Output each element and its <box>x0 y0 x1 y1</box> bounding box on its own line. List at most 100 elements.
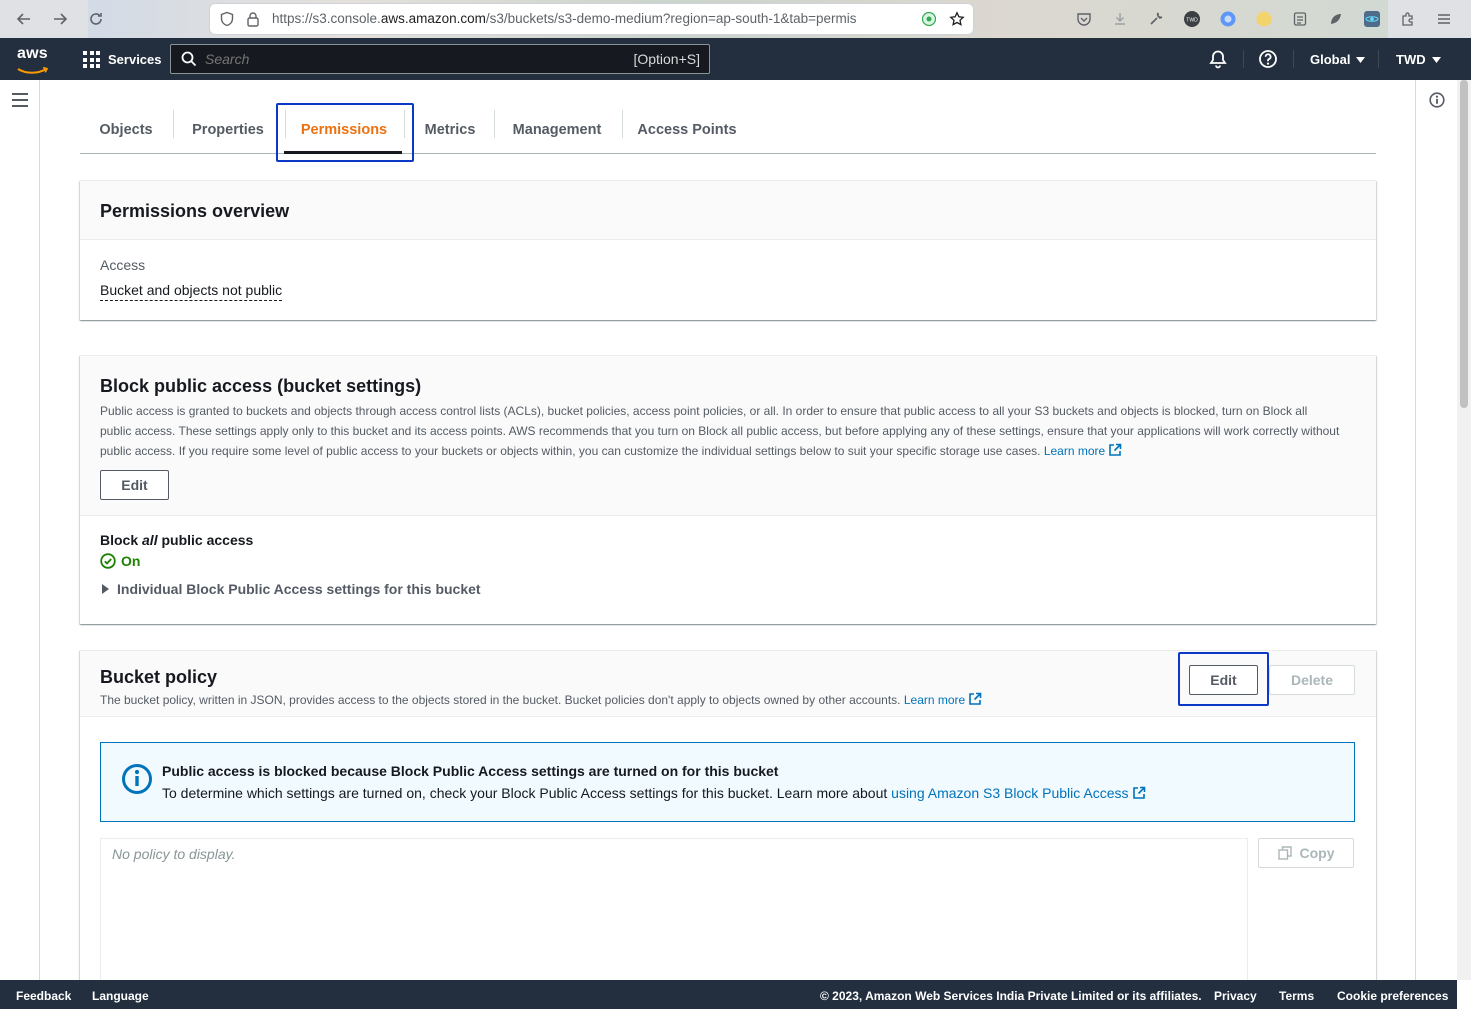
footer-privacy-link[interactable]: Privacy <box>1214 989 1257 1003</box>
services-grid-icon <box>83 51 100 68</box>
tab-access-points[interactable]: Access Points <box>635 106 739 154</box>
page-scrollbar[interactable] <box>1457 80 1471 980</box>
block-status: On <box>100 553 140 569</box>
bucket-policy-panel: Bucket policy The bucket policy, written… <box>80 650 1376 1009</box>
panel-header: Block public access (bucket settings) Pu… <box>80 356 1376 516</box>
account-menu[interactable]: TWD <box>1396 52 1441 67</box>
aws-top-navigation: aws Services [Option+S] Global TWD <box>0 38 1471 80</box>
side-navigation-rail <box>0 80 40 980</box>
leaf-extension-icon[interactable] <box>1325 8 1347 30</box>
puzzle-extensions-icon[interactable] <box>1397 8 1419 30</box>
block-public-access-doc-link[interactable]: using Amazon S3 Block Public Access <box>891 785 1145 801</box>
nav-separator <box>1378 50 1379 68</box>
footer-language-link[interactable]: Language <box>92 989 149 1003</box>
browser-menu-icon[interactable] <box>1433 8 1455 30</box>
extension-badge-icon[interactable] <box>921 11 937 27</box>
scrollbar-thumb[interactable] <box>1460 80 1468 408</box>
footer-feedback-link[interactable]: Feedback <box>16 989 71 1003</box>
tab-objects[interactable]: Objects <box>94 106 158 154</box>
panel-header: Bucket policy The bucket policy, written… <box>80 651 1376 717</box>
footer-cookie-preferences-link[interactable]: Cookie preferences <box>1337 989 1448 1003</box>
tab-metrics[interactable]: Metrics <box>417 106 483 154</box>
alert-body: To determine which settings are turned o… <box>162 785 1146 801</box>
block-public-access-edit-button[interactable]: Edit <box>100 470 169 500</box>
region-selector[interactable]: Global <box>1310 52 1366 67</box>
edit-button-focus-highlight <box>1178 652 1269 706</box>
info-circle-icon <box>122 764 152 794</box>
help-icon[interactable] <box>1258 49 1278 69</box>
permissions-overview-panel: Permissions overview Access Bucket and o… <box>80 180 1376 320</box>
block-public-access-panel: Block public access (bucket settings) Pu… <box>80 355 1376 624</box>
bucket-policy-description: The bucket policy, written in JSON, prov… <box>100 690 982 710</box>
search-shortcut-hint: [Option+S] <box>633 51 700 67</box>
tab-separator <box>173 110 174 138</box>
wrench-icon[interactable] <box>1145 8 1167 30</box>
bucket-policy-delete-button[interactable]: Delete <box>1269 665 1355 695</box>
individual-settings-expander[interactable]: Individual Block Public Access settings … <box>102 581 481 597</box>
external-link-icon <box>1109 443 1122 456</box>
twd-extension-icon[interactable]: TWD <box>1181 8 1203 30</box>
nav-separator <box>1243 50 1244 68</box>
panel-header: Permissions overview <box>80 181 1376 240</box>
access-value[interactable]: Bucket and objects not public <box>100 282 283 301</box>
info-alert: Public access is blocked because Block P… <box>100 742 1355 822</box>
search-input[interactable] <box>205 50 605 68</box>
url-text: https://s3.console.aws.amazon.com/s3/buc… <box>272 11 857 26</box>
learn-more-link[interactable]: Learn more <box>1044 443 1122 458</box>
copy-policy-button[interactable]: Copy <box>1258 838 1354 868</box>
svg-text:TWD: TWD <box>1186 18 1198 24</box>
reload-icon[interactable] <box>85 8 107 30</box>
lock-icon[interactable] <box>245 11 261 27</box>
check-circle-icon <box>100 553 116 569</box>
nav-separator <box>1293 50 1294 68</box>
notifications-bell-icon[interactable] <box>1208 49 1228 69</box>
external-link-icon <box>1132 786 1145 799</box>
copy-label: Copy <box>1299 845 1335 861</box>
block-all-public-access-label: Block all public access <box>100 532 254 548</box>
react-extension-icon[interactable] <box>1361 8 1383 30</box>
block-public-access-description: Public access is granted to buckets and … <box>100 404 1340 458</box>
footer-terms-link[interactable]: Terms <box>1279 989 1314 1003</box>
account-label: TWD <box>1396 52 1426 67</box>
caret-down-icon <box>1431 56 1441 63</box>
yellow-extension-icon[interactable] <box>1253 8 1275 30</box>
block-public-access-title: Block public access (bucket settings) <box>100 376 422 396</box>
aws-logo-text: aws <box>17 45 48 62</box>
tab-properties[interactable]: Properties <box>188 106 268 154</box>
bookmark-star-icon[interactable] <box>949 11 965 27</box>
notes-extension-icon[interactable] <box>1289 8 1311 30</box>
pocket-icon[interactable] <box>1073 8 1095 30</box>
policy-placeholder: No policy to display. <box>112 846 236 862</box>
footer-copyright: © 2023, Amazon Web Services India Privat… <box>820 989 1202 1003</box>
hamburger-menu-icon[interactable] <box>12 93 28 107</box>
main-content: Objects Properties Permissions Metrics M… <box>41 80 1415 1009</box>
copy-icon <box>1277 846 1292 860</box>
address-bar[interactable]: https://s3.console.aws.amazon.com/s3/buc… <box>210 4 973 34</box>
learn-more-link[interactable]: Learn more <box>904 692 982 707</box>
back-arrow-icon[interactable] <box>13 8 35 30</box>
forward-arrow-icon[interactable] <box>49 8 71 30</box>
tab-separator <box>494 110 495 138</box>
services-menu-button[interactable]: Services <box>83 51 162 68</box>
globe-extension-icon[interactable] <box>1217 8 1239 30</box>
shield-icon[interactable] <box>219 11 235 27</box>
expander-label: Individual Block Public Access settings … <box>117 581 481 597</box>
search-icon <box>181 51 197 67</box>
bucket-policy-title: Bucket policy <box>100 667 218 687</box>
access-label: Access <box>100 257 146 273</box>
tab-management[interactable]: Management <box>508 106 606 154</box>
tab-focus-highlight <box>276 103 414 162</box>
page-root: https://s3.console.aws.amazon.com/s3/buc… <box>0 0 1471 1009</box>
info-icon[interactable] <box>1429 92 1445 108</box>
download-icon[interactable] <box>1109 8 1131 30</box>
search-bar[interactable]: [Option+S] <box>170 44 710 74</box>
aws-smile-icon <box>17 66 49 74</box>
console-footer: Feedback Language © 2023, Amazon Web Ser… <box>0 980 1457 1009</box>
permissions-overview-title: Permissions overview <box>100 201 290 221</box>
aws-logo[interactable]: aws <box>17 45 51 74</box>
browser-toolbar: https://s3.console.aws.amazon.com/s3/buc… <box>0 0 1471 38</box>
status-on-text: On <box>121 553 141 569</box>
tools-panel-rail <box>1415 80 1457 980</box>
region-label: Global <box>1310 52 1351 67</box>
external-link-icon <box>969 692 982 705</box>
